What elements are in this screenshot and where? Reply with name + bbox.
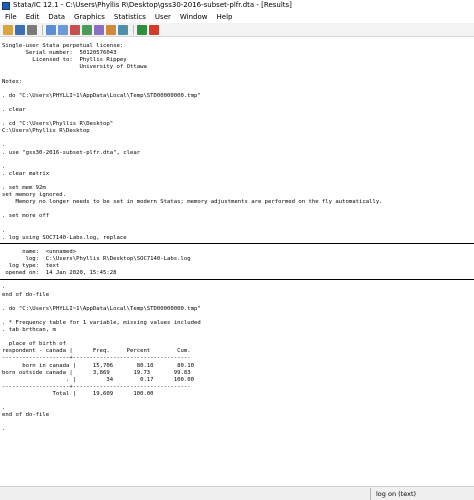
results-line: Serial number: 50120576043: [2, 50, 117, 57]
more-icon[interactable]: [137, 24, 147, 35]
save-icon[interactable]: [15, 24, 25, 35]
results-line: name: <unnamed>: [2, 248, 77, 255]
results-line: Total | 19,609 100.00: [2, 390, 154, 397]
print-icon[interactable]: [27, 24, 37, 35]
results-line: . cd "C:\Users\Phyllis R\Desktop": [2, 121, 114, 128]
results-line: end of do-file: [2, 291, 50, 298]
results-line: born in canada | 15,706 80.10 80.10: [2, 362, 194, 369]
results-line: log type: text: [2, 263, 60, 270]
data-browser-icon[interactable]: [106, 24, 116, 35]
log-separator-rule: [0, 278, 474, 280]
results-line: . log using SOC7140-Labs.log, replace: [2, 234, 127, 241]
results-line: end of do-file: [2, 412, 50, 419]
results-line: set memory ignored.: [2, 192, 66, 199]
menu-file[interactable]: File: [5, 11, 17, 23]
results-line: .: [2, 405, 6, 412]
title-bar: Stata/IC 12.1 - C:\Users\Phyllis R\Deskt…: [0, 0, 474, 11]
results-line: C:\Users\Phyllis R\Desktop: [2, 128, 90, 135]
menu-window[interactable]: Window: [180, 11, 208, 23]
do-file-editor-icon[interactable]: [82, 24, 92, 35]
results-line: . do "C:\Users\PHYLLI~1\AppData\Local\Te…: [2, 305, 201, 312]
results-line: . use "gss30-2016-subset-plfr.dta", clea…: [2, 149, 141, 156]
results-line: .: [2, 284, 6, 291]
menu-user[interactable]: User: [155, 11, 171, 23]
results-pane[interactable]: Single-user Stata perpetual license: Ser…: [0, 38, 474, 486]
results-line: .: [2, 227, 6, 234]
results-line: Single-user Stata perpetual license:: [2, 43, 124, 49]
results-line: .: [2, 142, 6, 149]
log-status: log on (text): [376, 490, 417, 498]
results-line: Notes:: [2, 78, 23, 85]
log-icon[interactable]: [46, 24, 56, 35]
open-icon[interactable]: [3, 24, 13, 35]
results-line: . clear matrix: [2, 170, 50, 177]
toolbar: [0, 23, 474, 37]
results-line: .: [2, 163, 6, 170]
graph-icon[interactable]: [70, 24, 80, 35]
results-line: log: C:\Users\Phyllis R\Desktop\SOC7140-…: [2, 256, 191, 262]
results-line: University of Ottawa: [2, 64, 147, 71]
results-line: born outside canada | 3,869 19.73 99.83: [2, 369, 191, 376]
toolbar-separator: [133, 24, 134, 35]
results-line: Licensed to: Phyllis Rippey: [2, 57, 127, 64]
results-line: . set more off: [2, 213, 50, 220]
results-line: . tab brthcan, m: [2, 327, 56, 333]
results-line: --------------------+-------------------…: [2, 383, 191, 390]
menu-graphics[interactable]: Graphics: [74, 11, 105, 23]
status-bar: log on (text): [0, 486, 474, 500]
log-separator-rule: [0, 243, 474, 245]
break-icon[interactable]: [149, 24, 159, 35]
results-line: . * Frequency table for 1 variable, miss…: [2, 319, 201, 326]
results-line: . set mem 92m: [2, 185, 46, 191]
menu-bar: File Edit Data Graphics Statistics User …: [0, 11, 474, 23]
results-line: . do "C:\Users\PHYLLI~1\AppData\Local\Te…: [2, 92, 201, 99]
menu-statistics[interactable]: Statistics: [114, 11, 146, 23]
window-title: Stata/IC 12.1 - C:\Users\Phyllis R\Deskt…: [13, 1, 292, 9]
toolbar-separator: [42, 24, 43, 35]
menu-data[interactable]: Data: [48, 11, 65, 23]
menu-edit[interactable]: Edit: [26, 11, 40, 23]
results-line: Memory no longer needs to be set in mode…: [2, 199, 383, 206]
variables-manager-icon[interactable]: [118, 24, 128, 35]
results-line: place of birth of: [2, 341, 66, 348]
results-line: . | 34 0.17 100.00: [2, 376, 194, 383]
results-line: opened on: 14 Jan 2020, 15:45:28: [2, 270, 117, 277]
results-line: respondent - canada | Freq. Percent Cum.: [2, 348, 191, 355]
menu-help[interactable]: Help: [217, 11, 233, 23]
results-line: .: [2, 426, 6, 433]
viewer-icon[interactable]: [58, 24, 68, 35]
stata-app-icon[interactable]: [2, 1, 10, 10]
results-line: --------------------+-------------------…: [2, 355, 191, 362]
data-editor-icon[interactable]: [94, 24, 104, 35]
status-divider: [370, 488, 371, 500]
results-line: . clear: [2, 106, 26, 113]
